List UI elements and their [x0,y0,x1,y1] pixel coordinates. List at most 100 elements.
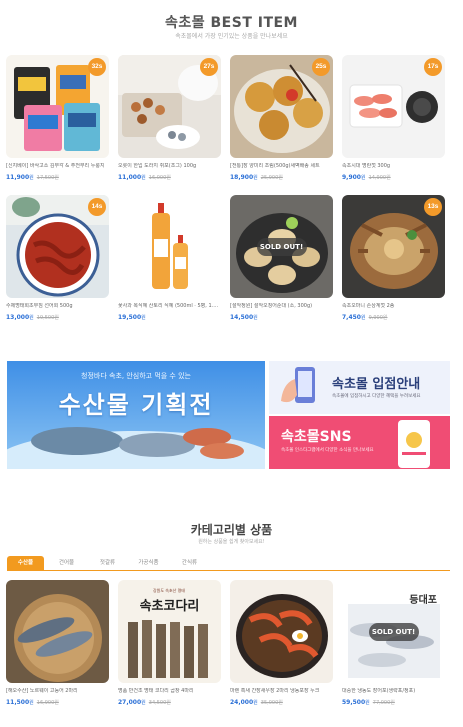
tab-salted-seafood[interactable]: 젓갈류 [89,556,126,570]
product-image[interactable]: SOLD OUT! [230,195,333,298]
product-price: 11,000원 16,000원 [118,174,221,182]
product-card[interactable]: 13s 속초오마니 손상계젓 2종 7,450원 9,900원 [342,195,445,327]
rank-badge: 32s [88,58,106,76]
original-price: 9,900원 [368,315,388,321]
sale-price: 7,450 [342,314,361,321]
price-unit: 원 [253,175,258,181]
hand-phone-icon [281,367,315,403]
original-price: 77,000원 [372,700,395,706]
product-name[interactable]: [해오수산] 노르웨이 고등어 2마리 [6,688,109,695]
store-entry-banner[interactable]: 속초몰 입점안내 속초몰에 입점하시고 다양한 혜택을 누려보세요 [269,361,450,414]
sale-price: 11,500 [6,699,30,706]
product-name[interactable]: [전통]장 양미리 조림(500g)새벽배송 세트 [230,163,333,170]
product-label: 등대포 [409,595,437,606]
product-image[interactable]: 32s [6,55,109,158]
product-image[interactable]: 13s [342,195,445,298]
best-grid-row-2: 14s 수제명태회초무침 선어회 500g 13,000원 19,500원 꽃사과… [6,195,457,327]
product-card[interactable]: 17s 속초시대 명란젓 300g 9,900원 14,900원 [342,55,445,187]
banner-tagline: 청정바다 속초, 안심하고 먹을 수 있는 [81,372,191,380]
product-image[interactable]: 25s [230,55,333,158]
product-price: 14,500원 [230,314,333,322]
product-image[interactable] [6,580,109,683]
product-image[interactable]: 강원도 속초산 명태 속초코다리 [118,580,221,683]
product-card[interactable]: 25s [전통]장 양미리 조림(500g)새벽배송 세트 18,900원 25,… [230,55,333,187]
product-image[interactable]: 14s [6,195,109,298]
sold-out-badge: SOLD OUT! [368,622,419,641]
price-unit: 원 [29,700,34,706]
tab-snacks[interactable]: 간식류 [171,556,208,570]
product-price: 19,500원 [118,314,221,322]
product-name[interactable]: 속초오마니 손상계젓 2종 [342,303,445,310]
product-name[interactable]: 수제명태회초무침 선어회 500g [6,303,109,310]
price-unit: 원 [29,175,34,181]
product-image[interactable]: 27s [118,55,221,158]
product-label: 속초코다리 [139,599,200,614]
product-card[interactable]: 꽃사과 복식혜 산토리 식혜 (500ml · 5병, 1.5L) 19,500… [118,195,221,327]
phone-icon [398,420,430,468]
original-price: 16,000원 [148,175,171,181]
original-price: 16,900원 [36,700,59,706]
price-unit: 원 [360,175,366,181]
price-unit: 원 [360,315,366,321]
sale-price: 59,500 [342,699,366,706]
original-price: 35,000원 [260,700,283,706]
seafood-promo-banner[interactable]: 청정바다 속초, 안심하고 먹을 수 있는 수산물 기획전 [7,361,265,469]
product-name[interactable]: 마렌 흑새 간장새우장 2마리 냉동포장 누크 [230,688,333,695]
rank-badge: 14s [88,198,106,216]
best-title: 속초몰 BEST ITEM [164,15,298,31]
product-card[interactable]: 14s 수제명태회초무침 선어회 500g 13,000원 19,500원 [6,195,109,327]
store-entry-title: 속초몰 입점안내 [332,377,421,392]
product-price: 59,500원 77,000원 [342,699,445,707]
product-card[interactable]: 마렌 흑새 간장새우장 2마리 냉동포장 누크 24,000원 35,000원 [230,580,333,712]
product-price: 11,500원 16,900원 [6,699,109,707]
product-card[interactable]: SOLD OUT! [설악정원] 설악오징어순대 (소, 300g) 14,50… [230,195,333,327]
product-name[interactable]: [신지베이] 바삭고소 김부각 & 주전부리 누룽지 [6,163,109,170]
product-name[interactable]: 오롯이 한입 도라지 쥐포(조그) 100g [118,163,221,170]
sale-price: 19,500 [118,314,142,321]
product-name[interactable]: 대중한 냉동도 장어포(생략포/정포) [342,688,445,695]
original-price: 25,900원 [260,175,283,181]
price-unit: 원 [141,175,146,181]
product-price: 9,900원 14,900원 [342,174,445,182]
sale-price: 18,900 [230,174,254,181]
product-card[interactable]: 32s [신지베이] 바삭고소 김부각 & 주전부리 누룽지 11,900원 17… [6,55,109,187]
sns-banner[interactable]: 속초몰SNS 속초몰 인스타그램에서 다양한 소식을 만나보세요 [269,416,450,469]
price-unit: 원 [253,315,258,321]
sale-price: 11,900 [6,174,30,181]
product-card[interactable]: 27s 오롯이 한입 도라지 쥐포(조그) 100g 11,000원 16,000… [118,55,221,187]
product-name[interactable]: 명품 반건조 명태 코다리 곱창 4마리 [118,688,221,695]
sale-price: 27,000 [118,699,142,706]
product-image[interactable] [118,195,221,298]
product-price: 7,450원 9,900원 [342,314,445,322]
product-card[interactable]: 등대포 SOLD OUT! 대중한 냉동도 장어포(생략포/정포) 59,500… [342,580,445,712]
product-image[interactable] [230,580,333,683]
sns-subtitle: 속초몰 인스타그램에서 다양한 소식을 만나보세요 [281,448,374,453]
price-unit: 원 [253,700,258,706]
sale-price: 24,000 [230,699,254,706]
product-price: 27,000원 34,500원 [118,699,221,707]
svg-text:강원도 속초산 명태: 강원도 속초산 명태 [153,587,185,593]
original-price: 14,900원 [368,175,391,181]
original-price: 19,500원 [36,315,59,321]
tab-processed-food[interactable]: 가공식품 [130,556,167,570]
product-card[interactable]: [해오수산] 노르웨이 고등어 2마리 11,500원 16,900원 [6,580,109,712]
product-card[interactable]: 강원도 속초산 명태 속초코다리 명품 반건조 명태 코다리 곱창 4마리 27… [118,580,221,712]
tab-dried-seafood[interactable]: 건어물 [48,556,85,570]
price-unit: 원 [29,315,34,321]
sale-price: 9,900 [342,174,361,181]
product-name[interactable]: 속초시대 명란젓 300g [342,163,445,170]
price-unit: 원 [141,700,146,706]
original-price: 34,500원 [148,700,171,706]
product-price: 24,000원 35,000원 [230,699,333,707]
product-price: 13,000원 19,500원 [6,314,109,322]
price-unit: 원 [365,700,370,706]
product-name[interactable]: 꽃사과 복식혜 산토리 식혜 (500ml · 5병, 1.5L) [118,303,221,310]
category-title: 카테고리별 상품 [190,523,273,537]
product-name[interactable]: [설악정원] 설악오징어순대 (소, 300g) [230,303,333,310]
best-subtitle: 속초몰에서 가장 인기있는 상품을 만나보세요 [175,33,288,40]
tab-seafood[interactable]: 수산물 [7,556,44,570]
product-image[interactable]: 17s [342,55,445,158]
product-price: 18,900원 25,900원 [230,174,333,182]
product-image[interactable]: 등대포 SOLD OUT! [342,580,445,683]
rank-badge: 25s [312,58,330,76]
